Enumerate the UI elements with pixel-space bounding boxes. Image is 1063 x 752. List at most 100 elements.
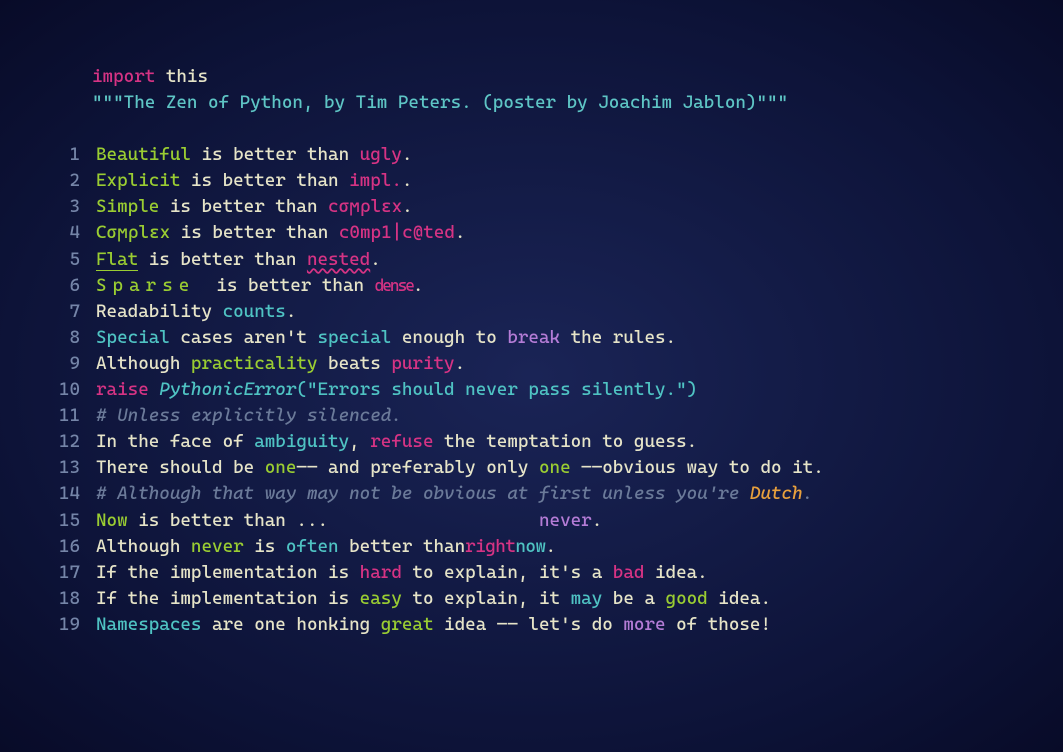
word-dense: dense [375,276,413,295]
word-now: Now [96,510,128,531]
text: to explain, it [402,588,571,609]
text: idea. [708,588,771,609]
line-number: 9 [40,351,80,377]
word-great: great [381,614,434,635]
space [149,379,160,400]
docstring-text: The Zen of Python, by Tim Peters. (poste… [124,92,757,113]
text: is better than [191,144,360,165]
header-block: import this """The Zen of Python, by Tim… [92,64,1023,116]
line-1: 1 Beautiful is better than ugly. [40,142,1023,168]
text: If the implementation is [96,588,360,609]
word-purity: purity [391,353,454,374]
word-never-good: never [191,536,244,557]
text: ——obvious way to do it. [571,457,824,478]
text: is better than [159,196,328,217]
line-19: 19 Namespaces are one honking great idea … [40,612,1023,638]
text: idea —— let's do [434,614,624,635]
import-line: import this [92,64,1023,90]
text: If the implementation is [96,562,360,583]
line-4: 4Cσϻρlεx is better than c0mp1|c@ted. [40,220,1023,246]
text: the temptation to guess. [434,431,698,452]
word-bad: bad [613,562,645,583]
text: . [413,275,424,296]
text: , [349,431,370,452]
text: . [455,222,466,243]
word-ambiguity: ambiguity [254,431,349,452]
text: of those! [666,614,771,635]
docstring-open: """ [92,92,124,113]
text: is [244,536,286,557]
line-11: 11 # Unless explicitly silenced. [40,403,1023,429]
word-complex-good: Cσϻρlεx [96,222,170,243]
line-number: 18 [40,586,80,612]
line-13: 13There should be one—— and preferably o… [40,455,1023,481]
text: . [402,144,413,165]
line-number: 15 [40,508,80,534]
text: . [592,510,603,531]
text: is better than [170,222,339,243]
word-hard: hard [360,562,402,583]
text: . [455,353,466,374]
line-number: 16 [40,534,80,560]
line-number: 11 [40,403,80,429]
word-complicated: c0mp1|c@ted [339,222,455,243]
zen-of-python-poster: import this """The Zen of Python, by Tim… [0,0,1063,678]
word-good: good [666,588,708,609]
exception-class: PythonicError [159,379,296,400]
word-one-2: one [539,457,571,478]
line-number: 17 [40,560,80,586]
word-ugly: ugly [360,144,402,165]
word-refuse: refuse [370,431,433,452]
line-5: 5Flat is better than nested. [40,247,1023,273]
text: . [402,170,413,191]
text: In the face of [96,431,254,452]
line-7: 7Readability counts. [40,299,1023,325]
line-number: 1 [40,142,80,168]
word-explicit: Explicit [96,170,180,191]
word-often: often [286,536,339,557]
text: idea. [644,562,707,583]
text: be a [602,588,665,609]
text: better than [339,536,466,557]
word-one: one [265,457,297,478]
text: beats [317,353,391,374]
line-number: 13 [40,455,80,481]
word-sparse: Sparse [96,275,195,296]
word-may: may [571,588,603,609]
text: . [402,196,413,217]
word-special-2: special [317,327,391,348]
line-12: 12In the face of ambiguity, refuse the t… [40,429,1023,455]
text: Although [96,536,191,557]
code-lines: 1 Beautiful is better than ugly. 2 Explici… [40,142,1023,638]
line-3: 3Simple is better than cσϻρlεx. [40,194,1023,220]
line-number: 8 [40,325,80,351]
line-number: 14 [40,481,80,507]
word-readability: Readability [96,301,223,322]
word-easy: easy [360,588,402,609]
keyword-raise: raise [96,379,149,400]
word-namespaces: Namespaces [96,614,201,635]
text: is better than ... [128,510,539,531]
word-now-2: now [515,536,545,557]
text: are one honking [201,614,380,635]
line-16: 16 Although never is often better thanrig… [40,534,1023,560]
line-number: 19 [40,612,80,638]
word-right: right [465,536,515,557]
word-flat: Flat [96,249,138,271]
comment-text: # Unless explicitly silenced. [96,405,402,426]
word-dutch: Dutch [750,483,803,504]
line-15: 15Now is better than ... never. [40,508,1023,534]
word-practicality: practicality [191,353,318,374]
text: the rules. [560,327,676,348]
line-8: 8Special cases aren't special enough to … [40,325,1023,351]
line-2: 2Explicit is better than impl.. [40,168,1023,194]
line-number: 2 [40,168,80,194]
text: . [286,301,297,322]
line-10: 10raise PythonicError("Errors should nev… [40,377,1023,403]
line-17: 17If the implementation is hard to expla… [40,560,1023,586]
text: . [546,536,557,557]
word-beautiful: Beautiful [96,144,191,165]
word-more: more [623,614,665,635]
exception-args: ("Errors should never pass silently.") [296,379,697,400]
word-complex: cσϻρlεx [328,196,402,217]
